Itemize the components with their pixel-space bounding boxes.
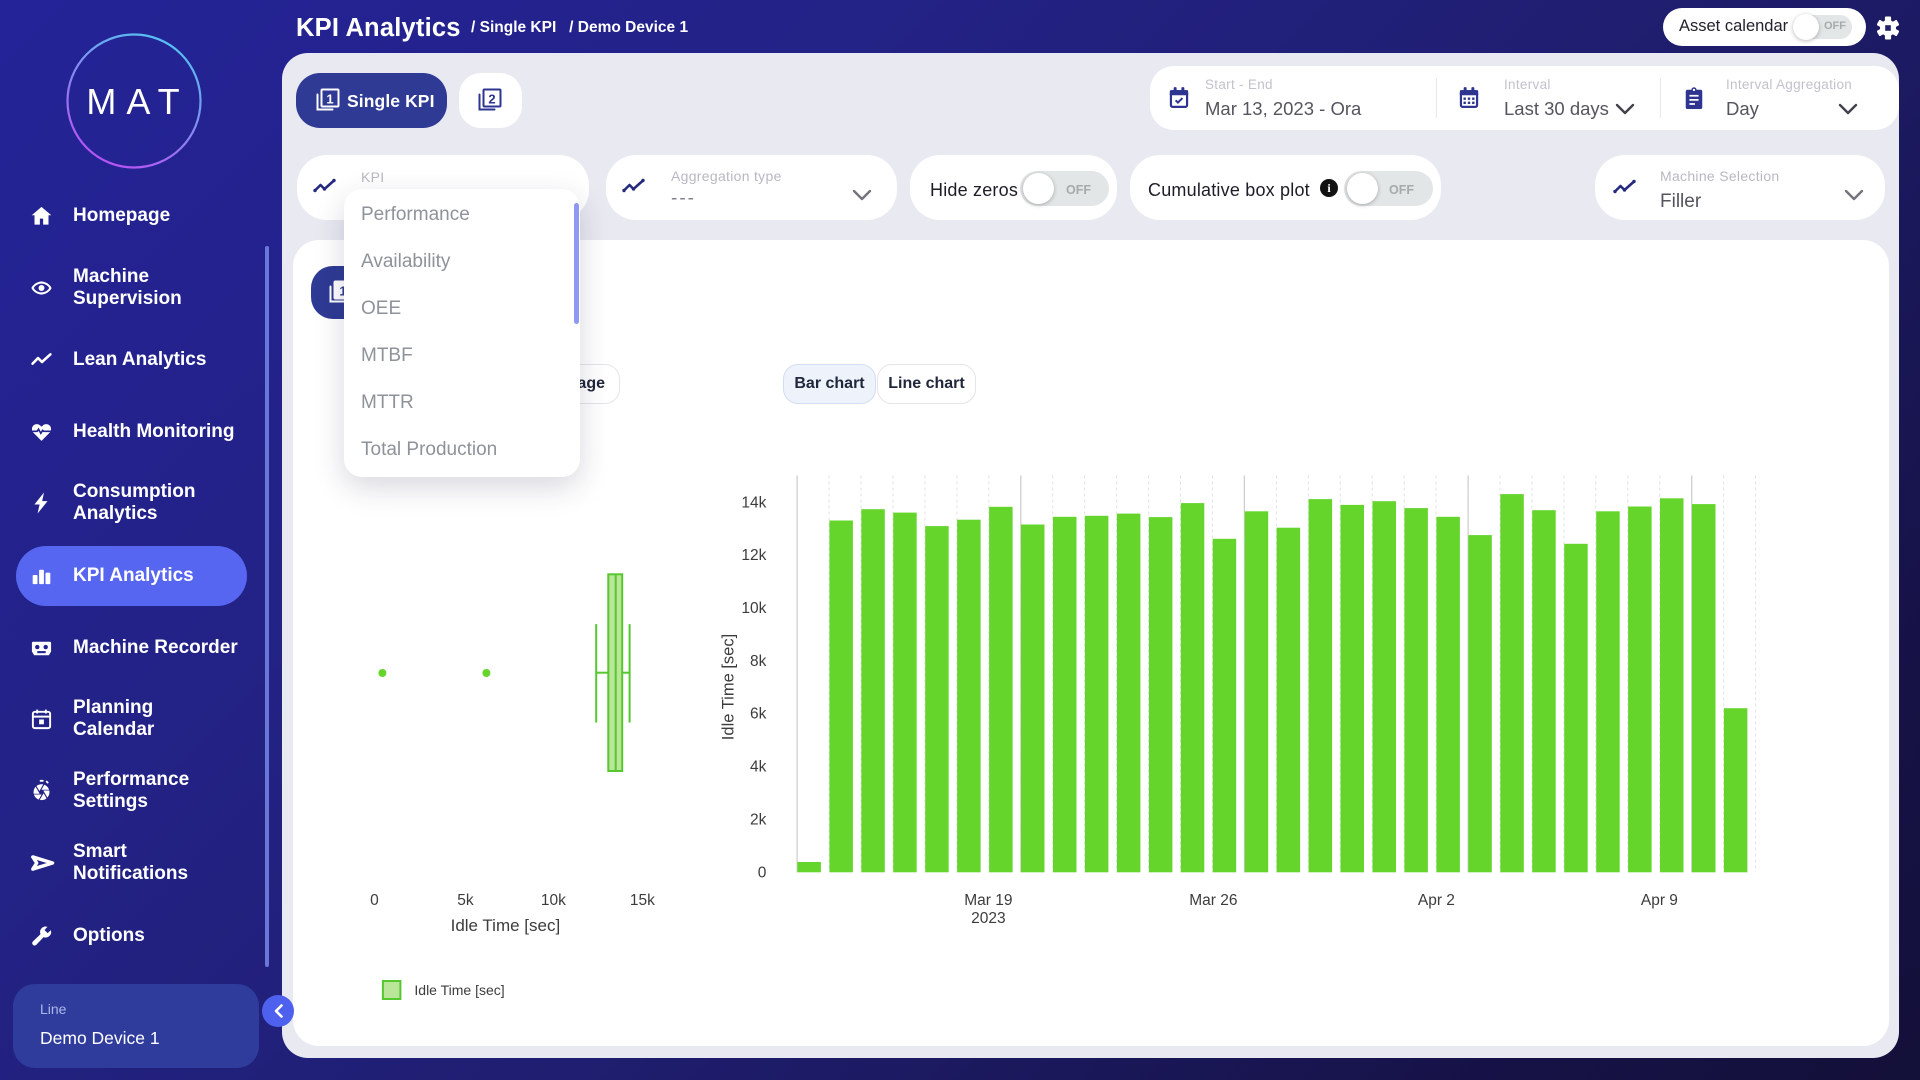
svg-text:10k: 10k (541, 892, 566, 909)
svg-text:Idle Time [sec]: Idle Time [sec] (414, 982, 504, 998)
svg-text:2k: 2k (750, 811, 767, 828)
svg-text:0: 0 (370, 892, 379, 909)
svg-text:2: 2 (488, 92, 495, 107)
svg-text:Apr 2: Apr 2 (1418, 892, 1455, 909)
svg-text:4k: 4k (750, 759, 767, 776)
svg-text:12k: 12k (741, 547, 766, 564)
svg-text:8k: 8k (750, 653, 767, 670)
svg-text:Apr 9: Apr 9 (1641, 892, 1678, 909)
svg-text:Idle Time [sec]: Idle Time [sec] (719, 634, 737, 740)
svg-text:Idle Time [sec]: Idle Time [sec] (451, 916, 561, 935)
svg-text:6k: 6k (750, 706, 767, 723)
svg-text:Mar 26: Mar 26 (1189, 892, 1237, 909)
svg-text:1: 1 (326, 92, 333, 107)
svg-text:10k: 10k (741, 600, 766, 617)
svg-text:5k: 5k (457, 892, 474, 909)
svg-text:0: 0 (758, 864, 767, 881)
svg-text:15k: 15k (630, 892, 655, 909)
svg-text:MAT: MAT (86, 81, 189, 122)
svg-text:2023: 2023 (971, 910, 1005, 927)
svg-text:Mar 19: Mar 19 (964, 892, 1012, 909)
svg-text:14k: 14k (741, 494, 766, 511)
